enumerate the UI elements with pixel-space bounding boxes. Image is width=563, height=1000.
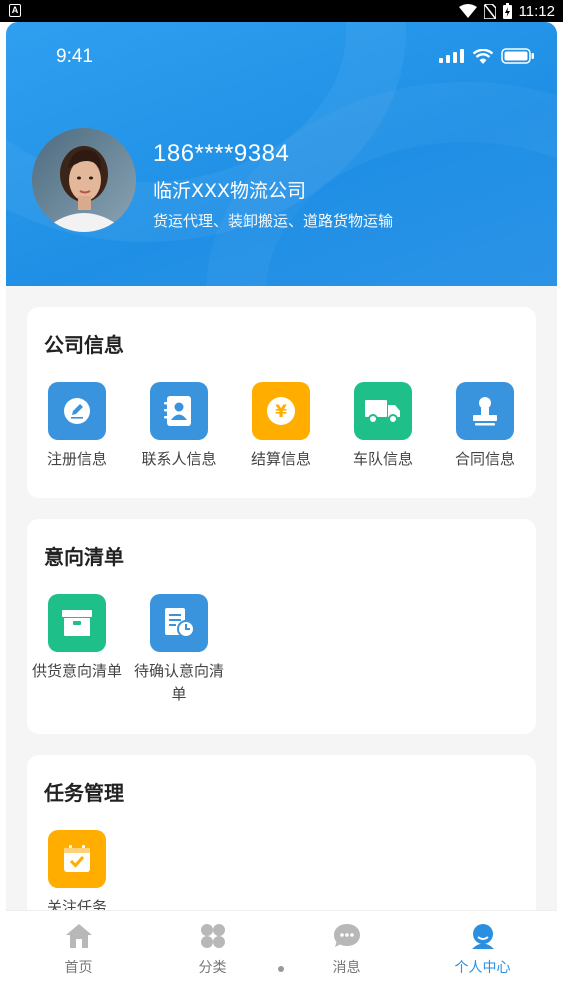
avatar-image	[32, 128, 136, 232]
contacts-icon	[150, 382, 208, 440]
calendar-check-icon	[48, 830, 106, 888]
home-icon	[65, 924, 92, 948]
profile-icon	[471, 924, 494, 949]
status-time: 9:41	[56, 46, 93, 67]
tab-label: 个人中心	[454, 960, 511, 976]
section-title: 任务管理	[44, 781, 124, 805]
stamp-icon	[456, 382, 514, 440]
screen: A 11:12 9:41 186****9384 临沂XXX物流公司 货运代理、…	[0, 0, 563, 1000]
tab-messages[interactable]: 消息	[278, 923, 415, 977]
section-title: 意向清单	[44, 545, 124, 569]
bottom-tab-bar: 首页 分类 消息 个人中心	[6, 910, 557, 1000]
svg-text:¥: ¥	[275, 402, 287, 422]
intent-list-card: 意向清单 供货意向清单 待确认意向清单	[27, 519, 536, 734]
message-icon	[333, 924, 360, 947]
item-label: 联系人信息	[141, 450, 217, 468]
wifi-icon	[458, 4, 477, 18]
pending-doc-icon	[150, 594, 208, 652]
tab-profile[interactable]: 个人中心	[414, 923, 551, 977]
profile-header: 9:41 186****9384 临沂XXX物流公司 货运代理、装卸搬运、道路货…	[6, 22, 557, 286]
category-icon	[200, 924, 225, 948]
no-sim-icon	[483, 3, 496, 19]
edit-icon	[48, 382, 106, 440]
system-indicators: 11:12	[458, 0, 555, 22]
settlement-info-item[interactable]: ¥ 结算信息	[230, 382, 332, 471]
battery-charging-icon	[502, 3, 512, 19]
register-info-item[interactable]: 注册信息	[26, 382, 128, 471]
app-window: 9:41 186****9384 临沂XXX物流公司 货运代理、装卸搬运、道路货…	[6, 22, 557, 1000]
system-time: 11:12	[518, 2, 555, 20]
item-label: 车队信息	[352, 450, 413, 468]
system-status-bar: A 11:12	[0, 0, 563, 22]
wifi-icon	[473, 48, 493, 64]
item-label: 待确认意向清单	[134, 662, 225, 703]
followed-task-item[interactable]: 关注任务	[26, 830, 128, 919]
battery-icon	[501, 48, 534, 64]
tab-home[interactable]: 首页	[10, 923, 147, 977]
page-indicator-dot	[278, 966, 284, 972]
tab-label: 分类	[198, 960, 227, 976]
notification-a-icon: A	[9, 4, 21, 17]
phone-number: 186****9384	[153, 140, 290, 167]
item-label: 注册信息	[46, 450, 107, 468]
yen-icon: ¥	[252, 382, 310, 440]
truck-icon	[354, 382, 412, 440]
box-icon	[48, 594, 106, 652]
item-label: 供货意向清单	[32, 662, 123, 680]
company-info-card: 公司信息 注册信息 联系人信息 ¥ 结算信息 车队信息 合同信息	[27, 307, 536, 498]
supply-intent-item[interactable]: 供货意向清单	[26, 594, 128, 683]
tab-label: 消息	[332, 960, 361, 976]
app-status-bar: 9:41	[6, 22, 557, 92]
tab-category[interactable]: 分类	[144, 923, 281, 977]
pending-intent-item[interactable]: 待确认意向清单	[128, 594, 230, 706]
tab-label: 首页	[64, 960, 93, 976]
signal-icon	[439, 49, 464, 63]
item-label: 结算信息	[250, 450, 311, 468]
status-icons	[439, 48, 535, 64]
avatar[interactable]	[32, 128, 136, 232]
fleet-info-item[interactable]: 车队信息	[332, 382, 434, 471]
section-title: 公司信息	[44, 333, 124, 357]
contract-info-item[interactable]: 合同信息	[434, 382, 536, 471]
business-scope: 货运代理、装卸搬运、道路货物运输	[153, 212, 394, 230]
item-label: 合同信息	[454, 450, 515, 468]
contact-info-item[interactable]: 联系人信息	[128, 382, 230, 471]
company-name: 临沂XXX物流公司	[153, 180, 307, 202]
